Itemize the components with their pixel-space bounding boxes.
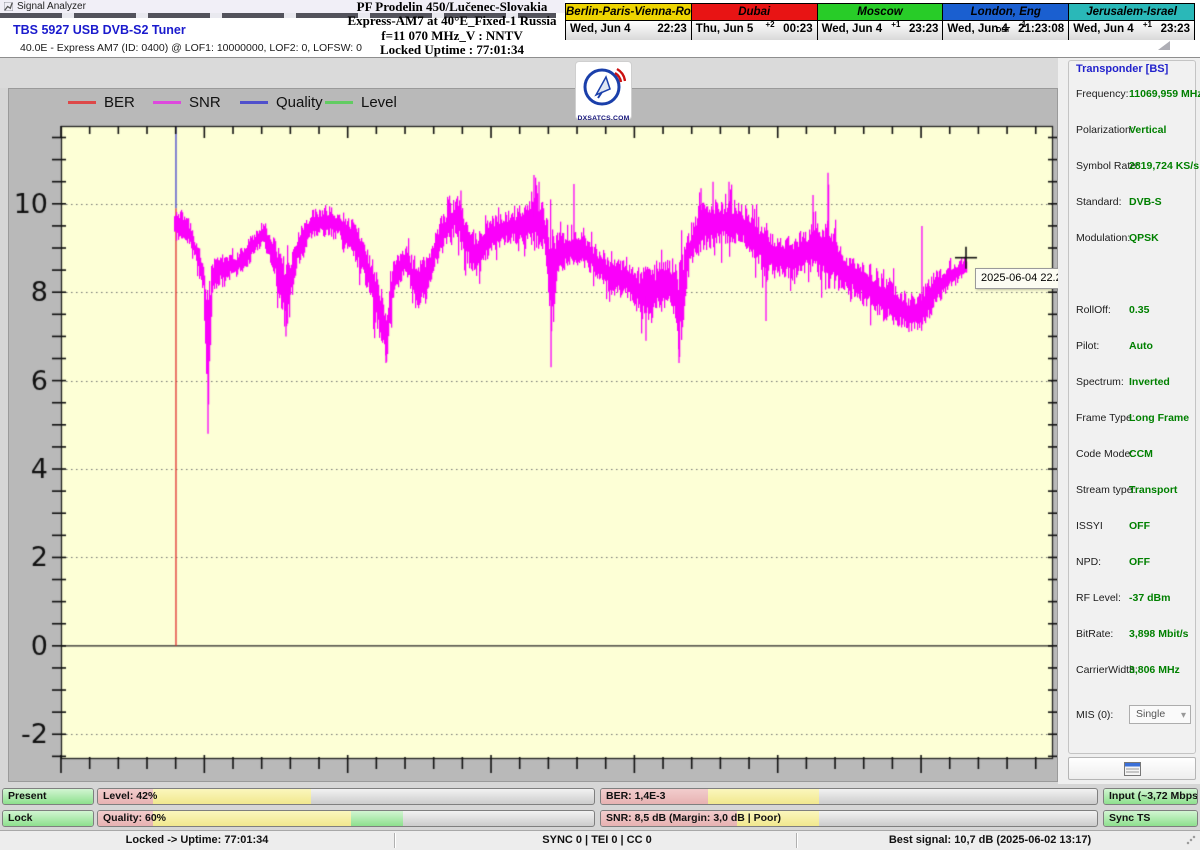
bar-label: Lock — [8, 811, 33, 826]
transponder-row: Symbol Rate:2819,724 KS/s — [1076, 160, 1190, 176]
statusbar-divider — [394, 833, 396, 848]
legend-label: Quality — [276, 94, 323, 111]
corner-grip-icon — [1158, 41, 1170, 50]
clock-city: Dubai — [692, 4, 817, 21]
station-info-line: PF Prodelin 450/Lučenec-Slovakia — [338, 0, 566, 14]
bar-label: Quality: 60% — [103, 811, 166, 826]
bar-label: Sync TS — [1109, 811, 1150, 826]
clock-value: Wed, Jun 422:23 — [566, 21, 691, 40]
clock-city: Jerusalem-Israel — [1069, 4, 1194, 21]
mis-value: Single — [1136, 708, 1165, 720]
table-icon — [1124, 762, 1141, 776]
clock-cell: Berlin-Paris-Vienna-RomaWed, Jun 422:23 — [565, 3, 692, 40]
right-panel: Transponder [BS] Frequency:11069,959 MHz… — [1058, 58, 1200, 784]
world-clocks: Berlin-Paris-Vienna-RomaWed, Jun 422:23D… — [565, 3, 1199, 40]
legend-label: Level — [361, 94, 397, 111]
quality-bar: Quality: 60% — [97, 810, 595, 827]
transponder-row: Polarization:Vertical — [1076, 124, 1190, 140]
transponder-row: RollOff:0.35 — [1076, 304, 1190, 320]
transponder-row: BitRate:3,898 Mbit/s — [1076, 628, 1190, 644]
sync-status: SYNC 0 | TEI 0 | CC 0 — [542, 834, 651, 846]
transponder-row — [1076, 268, 1190, 284]
resize-grip[interactable] — [1186, 835, 1196, 845]
legend-line-swatch — [153, 101, 181, 104]
app-icon — [4, 2, 13, 11]
transponder-row: ISSYIOFF — [1076, 520, 1190, 536]
legend-label: BER — [104, 94, 135, 111]
station-info: PF Prodelin 450/Lučenec-Slovakia Express… — [338, 0, 566, 58]
clock-value: Wed, Jun 4+123:23 — [1069, 21, 1194, 40]
dxsatcs-logo: DXSATCS.COM — [575, 61, 632, 120]
bar-segment-yellow — [153, 789, 312, 804]
clock-cell: London, EngWed, Jun 4-1DST21:23:08 — [942, 3, 1069, 40]
bar-label: Present — [8, 789, 47, 804]
clock-value: Wed, Jun 4+123:23 — [818, 21, 943, 40]
transponder-row: Frequency:11069,959 MHz — [1076, 88, 1190, 104]
best-signal-status: Best signal: 10,7 dB (2025-06-02 13:17) — [889, 834, 1091, 846]
clock-value: Thu, Jun 5+200:23 — [692, 21, 817, 40]
station-info-line: f=11 070 MHz_V : NNTV — [338, 29, 566, 43]
transponder-groupbox: Transponder [BS] Frequency:11069,959 MHz… — [1068, 60, 1196, 754]
statusbar-divider — [796, 833, 798, 848]
clock-city: Moscow — [818, 4, 943, 21]
legend-item-ber: BER — [68, 94, 135, 110]
header: Signal Analyzer TBS 5927 USB DVB-S2 Tune… — [0, 0, 1200, 57]
bar-label: Level: 42% — [103, 789, 157, 804]
transport-stream-button[interactable] — [1068, 757, 1196, 780]
chart-panel — [8, 88, 1058, 782]
ber-bar: BER: 1,4E-3 — [600, 788, 1098, 805]
chevron-down-icon: ▾ — [1181, 707, 1186, 724]
bar-label: BER: 1,4E-3 — [606, 789, 666, 804]
legend-line-swatch — [240, 101, 268, 104]
bar-segment-yellow — [708, 789, 820, 804]
transponder-row: Stream type:Transport — [1076, 484, 1190, 500]
clock-cell: MoscowWed, Jun 4+123:23 — [817, 3, 944, 40]
clock-city: Berlin-Paris-Vienna-Roma — [566, 4, 691, 21]
status-bar: Locked -> Uptime: 77:01:34 SYNC 0 | TEI … — [0, 830, 1200, 850]
clock-cell: DubaiThu, Jun 5+200:23 — [691, 3, 818, 40]
legend-item-level: Level — [325, 94, 397, 110]
snr-bar: SNR: 8,5 dB (Margin: 3,0 dB | Poor) — [600, 810, 1098, 827]
station-info-line: Locked Uptime : 77:01:34 — [338, 43, 566, 57]
logo-text: DXSATCS.COM — [576, 115, 631, 122]
bar-segment-green — [351, 811, 403, 826]
transponder-row: CarrierWidth:3,806 MHz — [1076, 664, 1190, 680]
transponder-row: Code Mode:CCM — [1076, 448, 1190, 464]
satellite-dish-icon — [582, 65, 626, 109]
signal-analyzer-window: Signal Analyzer TBS 5927 USB DVB-S2 Tune… — [0, 0, 1200, 850]
legend-item-quality: Quality — [240, 94, 323, 110]
legend-label: SNR — [189, 94, 221, 111]
lock-indicator: Lock — [2, 810, 94, 827]
clock-value: Wed, Jun 4-1DST21:23:08 — [943, 21, 1068, 40]
station-info-line: Express-AM7 at 40°E_Fixed-1 Russia — [338, 14, 566, 28]
transponder-row: Frame Type:Long Frame — [1076, 412, 1190, 428]
transponder-row: Modulation:QPSK — [1076, 232, 1190, 248]
level-bar: Level: 42% — [97, 788, 595, 805]
transponder-row: NPD:OFF — [1076, 556, 1190, 572]
clock-city: London, Eng — [943, 4, 1068, 21]
signal-plot[interactable] — [9, 89, 1057, 781]
transponder-title: Transponder [BS] — [1076, 63, 1168, 75]
legend-item-snr: SNR — [153, 94, 221, 110]
tuner-name: TBS 5927 USB DVB-S2 Tuner — [13, 23, 186, 37]
transponder-row: Pilot:Auto — [1076, 340, 1190, 356]
bar-label: SNR: 8,5 dB (Margin: 3,0 dB | Poor) — [606, 811, 781, 826]
transponder-row: Standard:DVB-S — [1076, 196, 1190, 212]
clock-cell: Jerusalem-IsraelWed, Jun 4+123:23 — [1068, 3, 1195, 40]
present-indicator: Present — [2, 788, 94, 805]
tab-bar: BS ModeDT ModeSignal Mon.TSA (OK)AV Play… — [0, 58, 1058, 88]
mis-label: MIS (0): — [1076, 709, 1113, 721]
legend-line-swatch — [325, 101, 353, 104]
sync-ts-indicator: Sync TS — [1103, 810, 1198, 827]
uptime-status: Locked -> Uptime: 77:01:34 — [126, 834, 269, 846]
input-indicator: Input (~3,72 Mbps) — [1103, 788, 1198, 805]
legend-line-swatch — [68, 101, 96, 104]
window-title: Signal Analyzer — [17, 1, 86, 12]
transponder-row: RF Level:-37 dBm — [1076, 592, 1190, 608]
bar-segment-yellow — [153, 811, 351, 826]
bar-label: Input (~3,72 Mbps) — [1109, 789, 1198, 804]
transponder-row: Spectrum:Inverted — [1076, 376, 1190, 392]
tuner-detail: 40.0E - Express AM7 (ID: 0400) @ LOF1: 1… — [20, 42, 362, 54]
mis-dropdown[interactable]: Single ▾ — [1129, 705, 1191, 724]
